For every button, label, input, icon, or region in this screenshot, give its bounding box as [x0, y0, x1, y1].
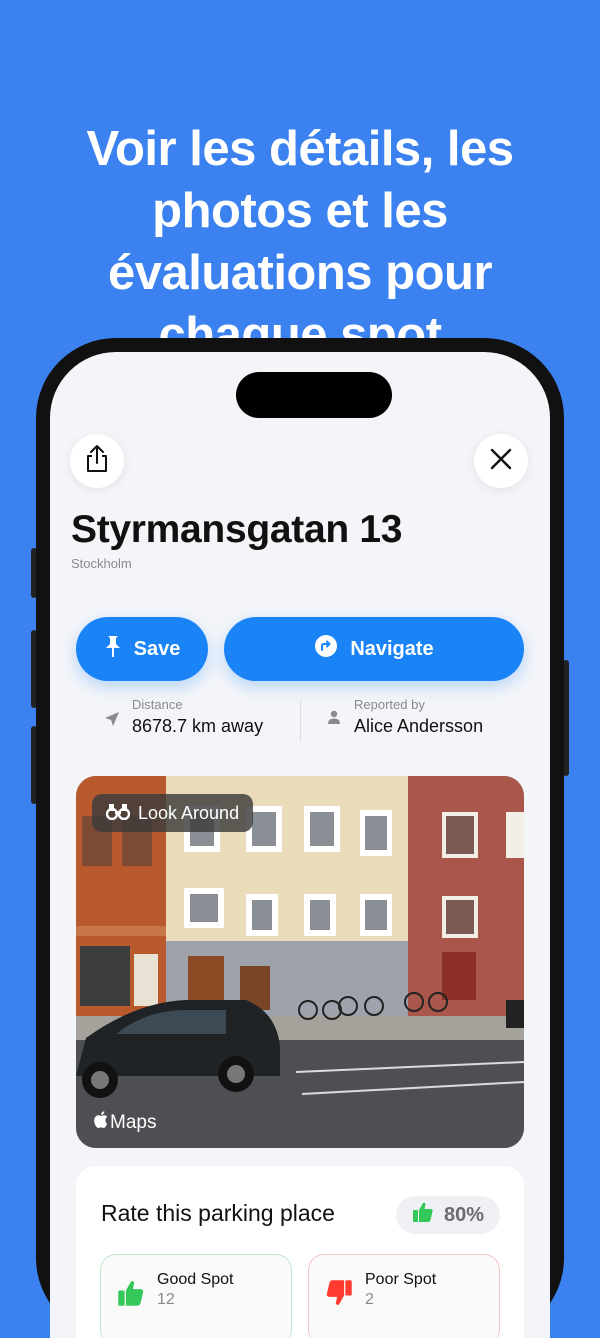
thumbs-up-icon	[412, 1201, 434, 1229]
good-spot-label: Good Spot	[157, 1271, 234, 1288]
rating-percentage-badge: 80%	[395, 1196, 500, 1234]
pin-icon	[104, 634, 122, 664]
person-icon	[326, 709, 342, 730]
close-button[interactable]	[474, 434, 528, 488]
share-icon	[84, 444, 110, 479]
marketing-headline: Voir les détails, les photos et les éval…	[86, 122, 514, 362]
navigate-label: Navigate	[350, 637, 434, 660]
distance-label: Distance	[132, 697, 183, 712]
thumbs-up-icon	[117, 1279, 145, 1312]
poor-spot-count: 2	[365, 1291, 374, 1308]
location-arrow-icon	[104, 711, 120, 732]
save-label: Save	[133, 637, 181, 660]
poor-spot-label: Poor Spot	[365, 1271, 437, 1288]
distance-value: 8678.7 km away	[132, 716, 264, 736]
phone-frame: Styrmansgatan 13 Stockholm Save Navigate	[36, 338, 564, 1338]
reported-value: Alice Andersson	[354, 716, 484, 736]
reporter-info: Reported by Alice Andersson	[326, 697, 483, 739]
rating-percentage: 80%	[443, 1203, 484, 1226]
apple-logo-icon	[94, 1111, 108, 1134]
maps-label: Maps	[110, 1111, 157, 1133]
thumbs-down-icon	[325, 1279, 353, 1312]
directions-icon	[314, 634, 338, 664]
info-divider	[300, 700, 301, 742]
navigate-button[interactable]: Navigate	[224, 617, 524, 681]
save-button[interactable]: Save	[76, 617, 208, 681]
good-spot-button[interactable]: Good Spot 12	[100, 1254, 292, 1338]
good-spot-count: 12	[157, 1291, 175, 1308]
look-around-label: Look Around	[138, 802, 240, 823]
look-around-photo[interactable]: Look Around Maps	[76, 776, 524, 1148]
rating-title: Rate this parking place	[101, 1200, 335, 1226]
reported-label: Reported by	[354, 697, 425, 712]
look-around-button[interactable]: Look Around	[92, 794, 254, 832]
spot-title: Styrmansgatan 13	[71, 508, 403, 551]
binoculars-icon	[105, 802, 131, 825]
poor-spot-button[interactable]: Poor Spot 2	[308, 1254, 500, 1338]
app-screen: Styrmansgatan 13 Stockholm Save Navigate	[50, 352, 550, 1338]
apple-maps-attribution: Maps	[94, 1111, 156, 1134]
share-button[interactable]	[70, 434, 124, 488]
spot-city: Stockholm	[71, 556, 132, 571]
close-icon	[489, 447, 513, 476]
rating-card: Rate this parking place 80% Good Spot 12…	[76, 1166, 524, 1338]
dynamic-island	[236, 372, 392, 418]
distance-info: Distance 8678.7 km away	[104, 697, 263, 739]
